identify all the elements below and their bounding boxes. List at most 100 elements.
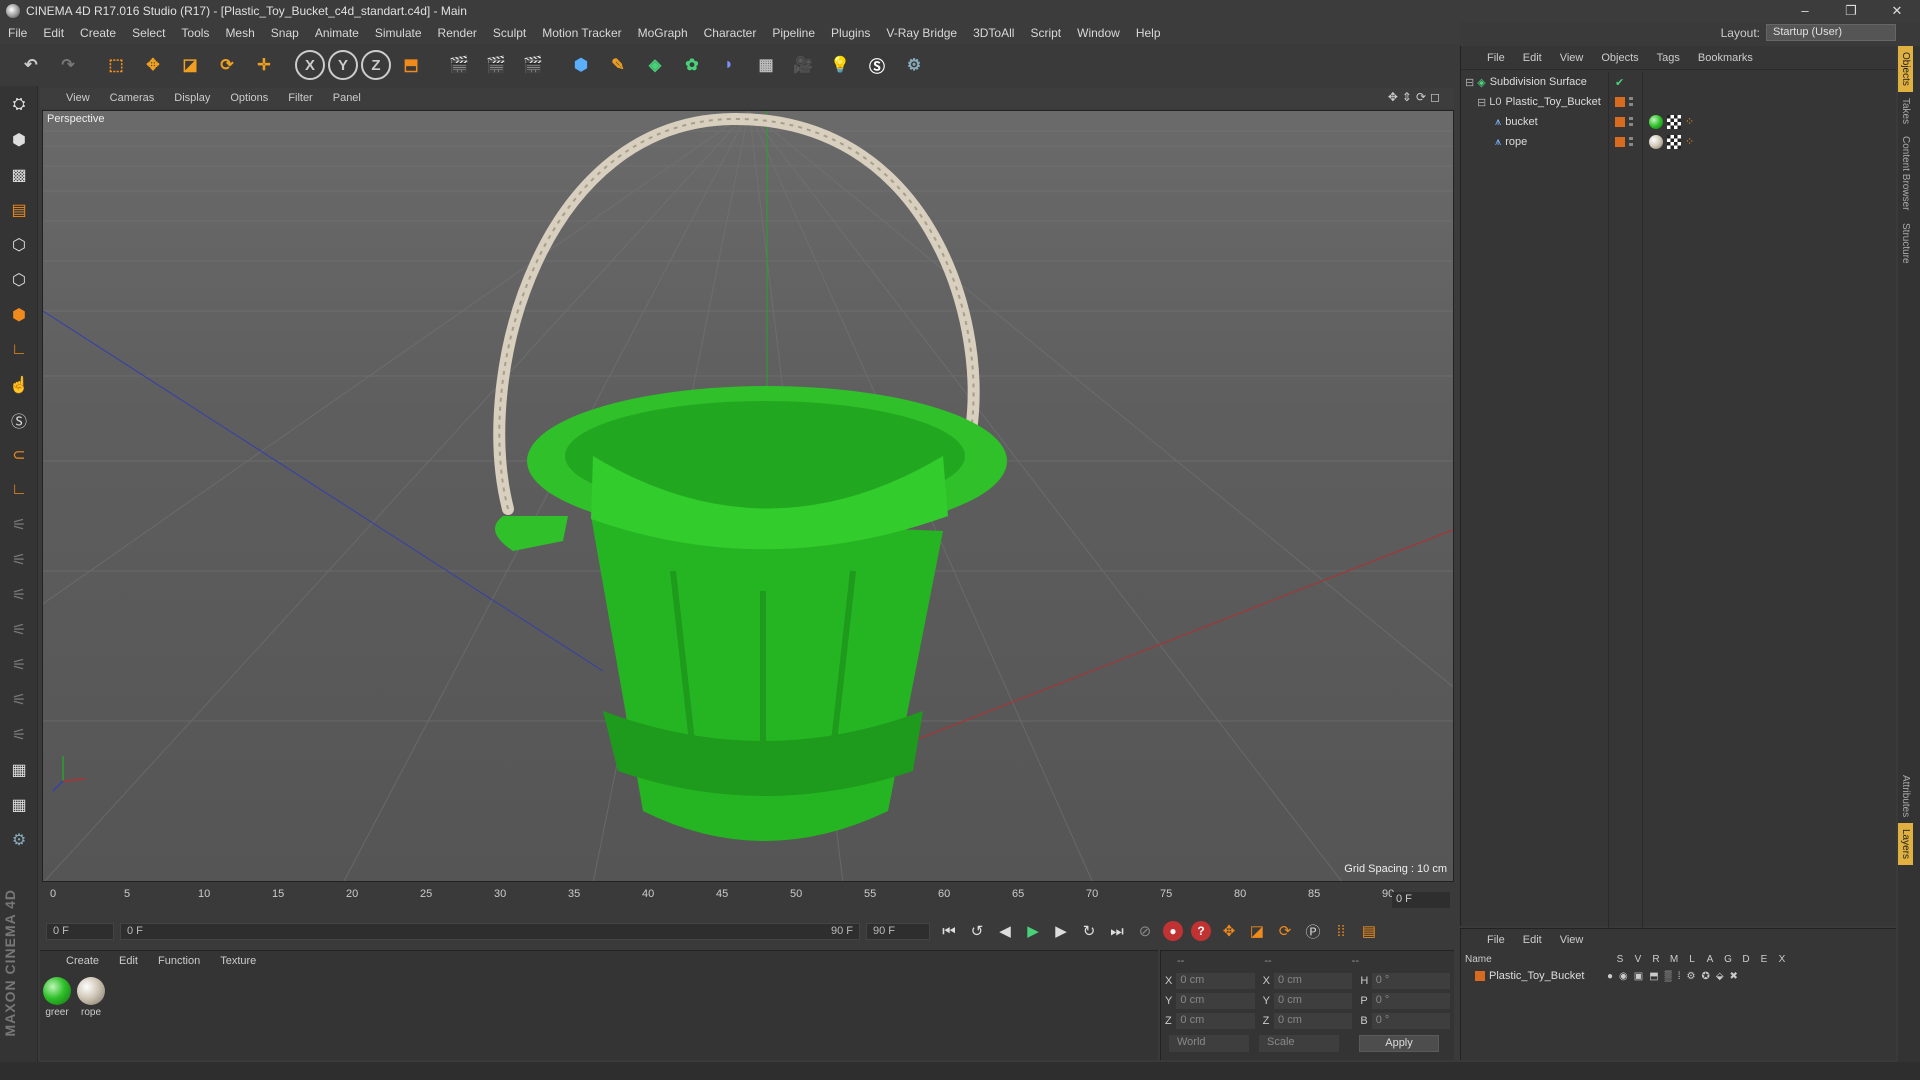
menu-file[interactable]: File (8, 26, 27, 40)
workplane-mode-icon[interactable]: ▤ (2, 194, 36, 226)
tab-takes[interactable]: Takes (1898, 92, 1913, 130)
layer-menu-file[interactable]: File (1487, 934, 1505, 946)
brush-loop-icon[interactable]: ⚟ (2, 684, 36, 716)
size-y-field[interactable]: 0 cm (1274, 993, 1353, 1009)
uvw-tag-icon[interactable] (1667, 135, 1681, 149)
y-axis-lock-icon[interactable]: Y (328, 50, 358, 80)
menu-mograph[interactable]: MoGraph (638, 26, 688, 40)
end-frame-field[interactable]: 90 F (866, 922, 930, 940)
render-picture-viewer-icon[interactable]: 🎬 (479, 48, 513, 82)
brush-r-icon[interactable]: ⚟ (2, 579, 36, 611)
rotation-b-field[interactable]: 0 ° (1371, 1013, 1450, 1029)
pen-spline-icon[interactable]: ✎ (601, 48, 635, 82)
layer-menu-view[interactable]: View (1560, 934, 1584, 946)
tree-item-rope[interactable]: ⩚ rope (1461, 132, 1608, 152)
go-to-end-icon[interactable]: ⏭ (1104, 918, 1130, 944)
previous-key-icon[interactable]: ↺ (964, 918, 990, 944)
viewport-nav-icons[interactable]: ✥⇕⟳◻ (1388, 90, 1444, 104)
material-green[interactable]: greer (42, 977, 72, 1018)
rotation-key-icon[interactable]: ⟳ (1272, 918, 1298, 944)
material-menu-edit[interactable]: Edit (119, 955, 138, 967)
floor-icon[interactable]: ▦ (749, 48, 783, 82)
layer-color-swatch[interactable] (1475, 971, 1485, 981)
model-mode-icon[interactable]: ⬢ (2, 124, 36, 156)
workplane-icon[interactable]: ∟ (2, 474, 36, 506)
grid-rotate-icon[interactable]: ▦ (2, 789, 36, 821)
sketch-toon-icon[interactable]: Ⓢ (860, 48, 894, 82)
size-mode-dropdown[interactable]: Scale (1259, 1035, 1339, 1052)
menu-sculpt[interactable]: Sculpt (493, 26, 526, 40)
menu-render[interactable]: Render (438, 26, 477, 40)
python-icon[interactable]: ⚙ (897, 48, 931, 82)
tab-objects[interactable]: Objects (1898, 46, 1913, 92)
edges-mode-icon[interactable]: ⬡ (2, 264, 36, 296)
current-frame-field[interactable]: 0 F (1392, 892, 1450, 908)
menu-character[interactable]: Character (704, 26, 757, 40)
make-editable-icon[interactable]: ⛭ (2, 89, 36, 121)
rotation-p-field[interactable]: 0 ° (1371, 993, 1450, 1009)
rotation-h-field[interactable]: 0 ° (1371, 973, 1450, 989)
collapse-icon[interactable]: ⊟ (1477, 96, 1486, 109)
render-settings-icon[interactable]: 🎬 (516, 48, 550, 82)
viewport-menu-panel[interactable]: Panel (333, 92, 361, 104)
start-frame-field[interactable]: 0 F (46, 922, 114, 940)
grid-lock-icon[interactable]: ▦ (2, 754, 36, 786)
layer-menu-edit[interactable]: Edit (1523, 934, 1542, 946)
visibility-dots-icon[interactable] (1629, 117, 1633, 127)
menu-edit[interactable]: Edit (43, 26, 64, 40)
collapse-icon[interactable]: ⊟ (1465, 76, 1474, 89)
timeline-icon[interactable]: ▤ (1356, 918, 1382, 944)
menu-simulate[interactable]: Simulate (375, 26, 422, 40)
tab-attributes[interactable]: Attributes (1898, 769, 1913, 823)
points-mode-icon[interactable]: ⬡ (2, 229, 36, 261)
close-button[interactable]: ✕ (1874, 0, 1920, 22)
size-x-field[interactable]: 0 cm (1274, 973, 1353, 989)
phong-tag-icon[interactable]: ⁘ (1685, 135, 1699, 149)
tab-content-browser[interactable]: Content Browser (1898, 130, 1913, 216)
menu-select[interactable]: Select (132, 26, 165, 40)
cloner-icon[interactable]: ✿ (675, 48, 709, 82)
layer-color-swatch[interactable] (1615, 97, 1625, 107)
enabled-check-icon[interactable]: ✔ (1615, 76, 1624, 89)
subdivision-surface-icon[interactable]: ◈ (638, 48, 672, 82)
minimize-button[interactable]: – (1782, 0, 1828, 22)
camera-icon[interactable]: 🎥 (786, 48, 820, 82)
viewport-menu-display[interactable]: Display (174, 92, 210, 104)
tweak-mode-icon[interactable]: ☝ (2, 369, 36, 401)
texture-mode-icon[interactable]: ▩ (2, 159, 36, 191)
menu-create[interactable]: Create (80, 26, 116, 40)
menu-pipeline[interactable]: Pipeline (772, 26, 815, 40)
object-menu-file[interactable]: File (1487, 52, 1505, 64)
menu-script[interactable]: Script (1030, 26, 1061, 40)
coordinate-space-dropdown[interactable]: World (1169, 1035, 1249, 1052)
loop-icon[interactable]: ↻ (1076, 918, 1102, 944)
locked-workplane-icon[interactable]: ⚟ (2, 509, 36, 541)
position-z-field[interactable]: 0 cm (1176, 1013, 1255, 1029)
material-tag-rope[interactable] (1649, 135, 1663, 149)
menu-window[interactable]: Window (1077, 26, 1120, 40)
material-menu-function[interactable]: Function (158, 955, 200, 967)
restore-button[interactable]: ❐ (1828, 0, 1874, 22)
menu-3dtoall[interactable]: 3DToAll (973, 26, 1014, 40)
move-icon[interactable]: ✥ (136, 48, 170, 82)
light-icon[interactable]: 💡 (823, 48, 857, 82)
material-tag-green[interactable] (1649, 115, 1663, 129)
size-z-field[interactable]: 0 cm (1274, 1013, 1353, 1029)
layer-color-swatch[interactable] (1615, 117, 1625, 127)
python-tool-icon[interactable]: ⚙ (2, 824, 36, 856)
position-x-field[interactable]: 0 cm (1176, 973, 1255, 989)
magnet-icon[interactable]: ⊂ (2, 439, 36, 471)
brush-smooth-icon[interactable]: ⚟ (2, 719, 36, 751)
scale-icon[interactable]: ◪ (173, 48, 207, 82)
z-axis-lock-icon[interactable]: Z (361, 50, 391, 80)
uvw-tag-icon[interactable] (1667, 115, 1681, 129)
layer-color-swatch[interactable] (1615, 137, 1625, 147)
brush-p-icon[interactable]: ⚟ (2, 544, 36, 576)
polygons-mode-icon[interactable]: ⬢ (2, 299, 36, 331)
tree-item-bucket[interactable]: ⩚ bucket (1461, 112, 1608, 132)
cube-icon[interactable]: ⬢ (564, 48, 598, 82)
previous-frame-icon[interactable]: ◀ (992, 918, 1018, 944)
snap-icon[interactable]: Ⓢ (2, 404, 36, 436)
scale-key-icon[interactable]: ◪ (1244, 918, 1270, 944)
menu-help[interactable]: Help (1136, 26, 1161, 40)
